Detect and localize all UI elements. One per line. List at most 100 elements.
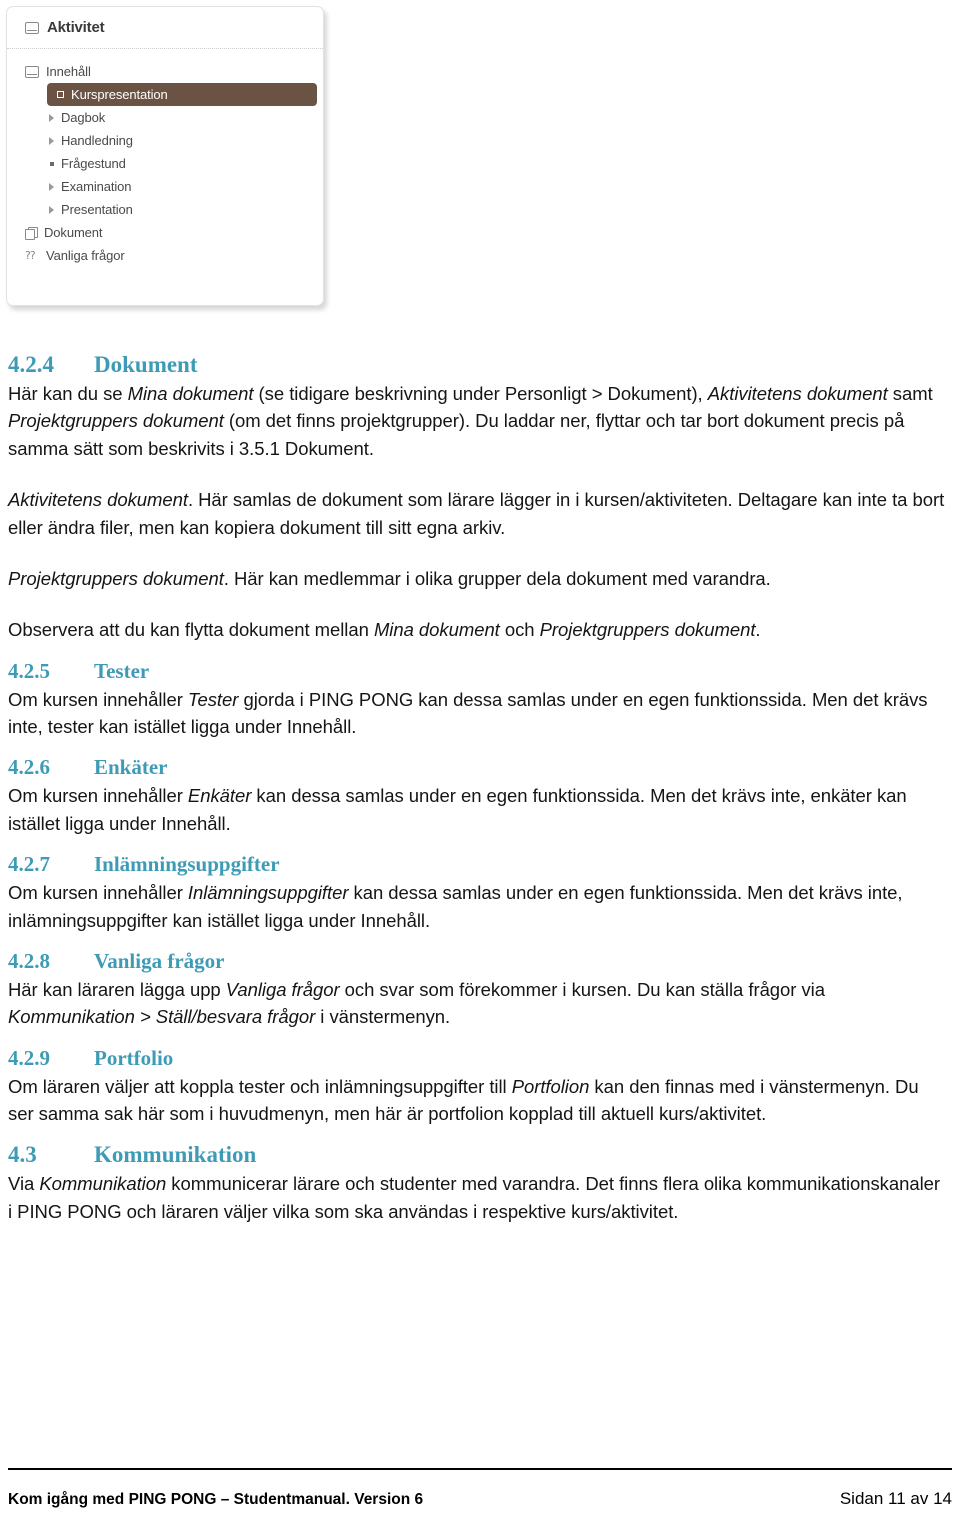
heading-inlamningsuppgifter: 4.2.7 Inlämningsuppgifter [8, 852, 946, 877]
heading-enkater: 4.2.6 Enkäter [8, 755, 946, 780]
text-run-italic: Projektgruppers dokument [8, 410, 224, 432]
paragraph-inlamningsuppgifter: Om kursen innehåller Inlämningsuppgifter… [8, 879, 946, 934]
text-run-italic: Inlämningsuppgifter [187, 882, 349, 904]
text-run-italic: Projektgruppers dokument [539, 619, 756, 641]
text-run-italic: Kommunikation [39, 1173, 167, 1195]
heading-number: 4.3 [8, 1142, 37, 1168]
heading-vanliga-fragor: 4.2.8 Vanliga frågor [8, 949, 946, 974]
text-run-italic: Enkäter [187, 785, 252, 807]
tree-item-fragestund[interactable]: Frågestund [7, 152, 323, 175]
heading-title: Vanliga frågor [94, 948, 225, 973]
activity-panel: Aktivitet Innehåll Kurspresentation Dagb… [6, 6, 324, 306]
activity-panel-header: Aktivitet [7, 7, 323, 49]
heading-kommunikation: 4.3 Kommunikation [8, 1142, 946, 1168]
text-run: och [499, 619, 540, 641]
pages-icon [25, 226, 38, 240]
heading-title: Kommunikation [94, 1142, 257, 1168]
text-run-italic: Projektgruppers dokument [8, 567, 224, 589]
footer-page-number: Sidan 11 av 14 [839, 1489, 952, 1508]
tree-item-label: Examination [61, 179, 132, 194]
heading-number: 4.2.8 [8, 948, 50, 973]
paragraph-kommunikation: Via Kommunikation kommunicerar lärare oc… [8, 1170, 946, 1225]
heading-title: Enkäter [94, 755, 168, 780]
text-run-italic: Aktivitetens dokument [707, 383, 888, 404]
text-run: Här kan läraren lägga upp [8, 978, 226, 1000]
heading-tester: 4.2.5 Tester [8, 659, 946, 684]
activity-panel-title: Aktivitet [47, 19, 105, 36]
footer-divider [8, 1468, 952, 1470]
heading-title: Inlämningsuppgifter [94, 852, 280, 877]
text-run: Via [8, 1173, 40, 1195]
tree-item-label: Vanliga frågor [46, 248, 125, 263]
chevron-right-icon [49, 182, 54, 191]
paragraph-dokument-intro: Här kan du se Mina dokument (se tidigare… [8, 380, 946, 462]
paragraph-portfolio: Om läraren väljer att koppla tester och … [8, 1073, 946, 1128]
tree-item-dokument[interactable]: Dokument [7, 221, 323, 244]
text-run: Observera att du kan flytta dokument mel… [8, 619, 374, 641]
heading-number: 4.2.9 [8, 1045, 50, 1070]
tree-item-label: Frågestund [61, 156, 126, 171]
document-body: 4.2.4 Dokument Här kan du se Mina dokume… [0, 352, 960, 1225]
text-run-italic: Portfolion [511, 1075, 590, 1097]
heading-title: Dokument [94, 352, 198, 377]
paragraph-enkater: Om kursen innehåller Enkäter kan dessa s… [8, 782, 946, 837]
heading-number: 4.2.6 [8, 755, 50, 780]
text-run: . Här kan medlemmar i olika grupper dela… [223, 567, 771, 589]
faq-icon: ?? [25, 248, 36, 262]
screen-icon [25, 65, 39, 78]
tree-item-label: Dagbok [61, 110, 106, 125]
chevron-right-icon [49, 136, 54, 145]
activity-tree: Innehåll Kurspresentation Dagbok Handled… [7, 49, 323, 267]
paragraph-tester: Om kursen innehåller Tester gjorda i PIN… [8, 686, 946, 741]
text-run: Här kan du se [8, 383, 128, 404]
screen-icon [25, 21, 39, 34]
square-marker-icon [57, 91, 64, 98]
chevron-right-icon [49, 113, 54, 122]
heading-title: Tester [94, 658, 150, 683]
heading-number: 4.2.7 [8, 852, 50, 877]
paragraph-observera: Observera att du kan flytta dokument mel… [8, 616, 946, 643]
tree-item-dagbok[interactable]: Dagbok [7, 106, 323, 129]
text-run: (se tidigare beskrivning under Personlig… [253, 383, 708, 404]
text-run: Om kursen innehåller [8, 785, 188, 807]
footer-row: Kom igång med PING PONG – Studentmanual.… [8, 1489, 952, 1509]
tree-item-vanliga-fragor[interactable]: ?? Vanliga frågor [7, 244, 323, 267]
paragraph-vanliga-fragor: Här kan läraren lägga upp Vanliga frågor… [8, 976, 946, 1031]
footer-document-title: Kom igång med PING PONG – Studentmanual.… [8, 1491, 424, 1508]
text-run-italic: Tester [187, 688, 239, 710]
heading-dokument: 4.2.4 Dokument [8, 352, 946, 378]
dot-marker-icon [50, 161, 54, 166]
paragraph-projektgruppers-dokument: Projektgruppers dokument. Här kan medlem… [8, 565, 946, 592]
tree-item-innehall[interactable]: Innehåll [7, 60, 323, 83]
text-run: Om kursen innehåller [8, 688, 188, 710]
text-run-italic: Kommunikation > Ställ/besvara frågor [8, 1006, 316, 1028]
text-run-italic: Aktivitetens dokument [8, 489, 188, 511]
tree-item-label: Innehåll [46, 64, 91, 79]
text-run: i vänstermenyn. [315, 1006, 451, 1028]
tree-item-kurspresentation[interactable]: Kurspresentation [47, 83, 317, 106]
text-run: Om läraren väljer att koppla tester och … [8, 1075, 512, 1097]
tree-item-label: Kurspresentation [71, 87, 168, 102]
tree-item-presentation[interactable]: Presentation [7, 198, 323, 221]
tree-item-label: Dokument [44, 225, 103, 240]
paragraph-aktivitetens-dokument: Aktivitetens dokument. Här samlas de dok… [8, 486, 946, 541]
heading-title: Portfolio [94, 1045, 174, 1070]
tree-item-examination[interactable]: Examination [7, 175, 323, 198]
text-run-italic: Vanliga frågor [225, 978, 340, 1000]
tree-item-label: Presentation [61, 202, 133, 217]
tree-item-handledning[interactable]: Handledning [7, 129, 323, 152]
heading-portfolio: 4.2.9 Portfolio [8, 1046, 946, 1071]
text-run-italic: Mina dokument [373, 619, 500, 641]
chevron-right-icon [49, 205, 54, 214]
text-run: Om kursen innehåller [8, 882, 188, 904]
text-run-italic: Mina dokument [127, 383, 254, 404]
